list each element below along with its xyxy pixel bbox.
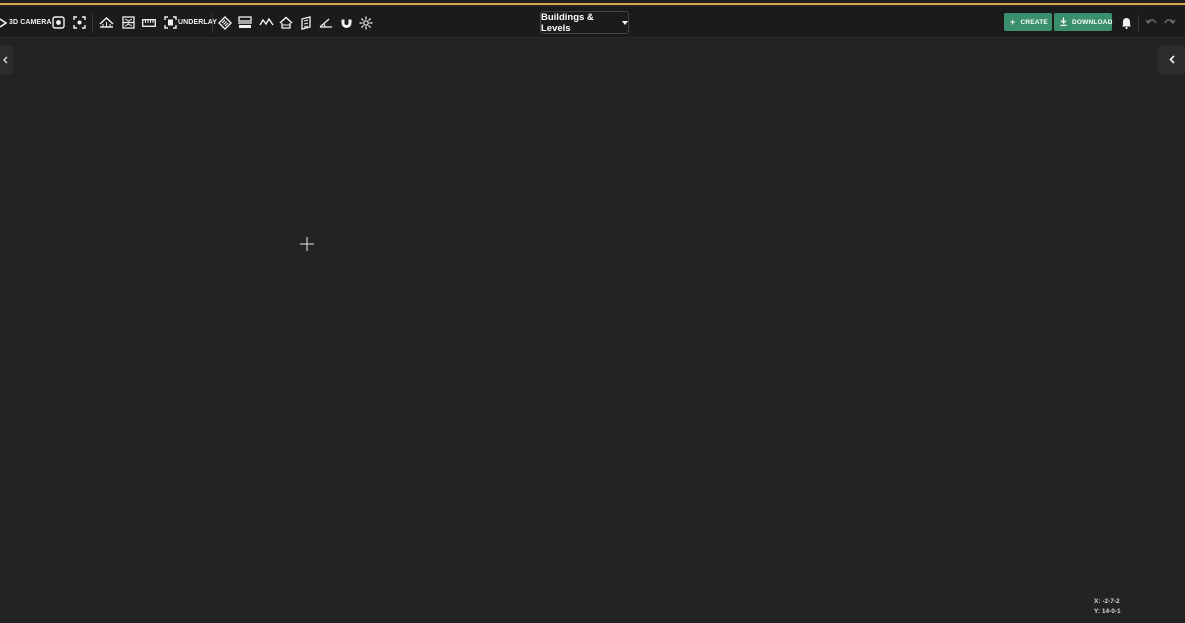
cursor-coordinates: X: -2-7-2 Y: 14-0-1 [1094, 597, 1121, 617]
stairs-button[interactable] [237, 12, 253, 34]
coordinate-y: Y: 14-0-1 [1094, 608, 1121, 615]
right-panel-toggle[interactable] [1158, 46, 1185, 74]
section-icon [121, 16, 135, 29]
camera-3d-icon [0, 17, 8, 29]
magnet-button[interactable] [338, 12, 354, 34]
tool-group-right [1118, 7, 1178, 38]
mode-dropdown[interactable]: Buildings & Levels [540, 11, 629, 34]
sun-icon [359, 16, 373, 30]
undo-button[interactable] [1143, 12, 1159, 34]
fit-view-button[interactable] [71, 12, 87, 34]
house-icon [279, 16, 293, 29]
focus-icon [51, 16, 65, 29]
ruler-button[interactable] [141, 12, 157, 34]
layers-button[interactable] [217, 12, 233, 34]
fit-view-icon [72, 16, 86, 29]
bell-icon [1121, 17, 1132, 29]
download-icon [1060, 17, 1067, 28]
facade-icon [300, 15, 312, 30]
tool-group-left: 3D CAMERA UNDERLAY [0, 7, 374, 38]
roof-button[interactable] [98, 12, 114, 34]
create-button[interactable]: + CREATE [1004, 13, 1052, 31]
plus-icon: + [1010, 16, 1016, 27]
caret-down-icon [622, 20, 628, 25]
ruler-icon [142, 18, 156, 27]
toolbar-divider [212, 12, 213, 33]
sun-button[interactable] [358, 12, 374, 34]
underlay-button[interactable]: UNDERLAY [164, 12, 217, 34]
mode-dropdown-value: Buildings & Levels [541, 11, 594, 34]
coordinate-x: X: -2-7-2 [1094, 598, 1120, 605]
chevron-left-icon [1168, 51, 1175, 69]
undo-icon [1145, 18, 1157, 27]
angle-icon [319, 17, 333, 28]
top-accent-bar [0, 0, 1185, 5]
house-button[interactable] [278, 12, 294, 34]
facade-button[interactable] [298, 12, 314, 34]
top-toolbar: 3D CAMERA UNDERLAY Buildings & Levels + … [0, 7, 1185, 38]
camera-3d-button[interactable]: 3D CAMERA [0, 12, 51, 34]
chevron-left-icon [3, 51, 8, 69]
stairs-icon [238, 16, 252, 29]
toolbar-divider [1138, 14, 1139, 31]
magnet-icon [340, 16, 353, 30]
layers-icon [218, 15, 232, 30]
underlay-icon [164, 16, 177, 29]
roof-icon [99, 16, 114, 29]
terrain-button[interactable] [258, 12, 274, 34]
focus-button[interactable] [50, 12, 66, 34]
redo-button[interactable] [1162, 12, 1178, 34]
angle-button[interactable] [318, 12, 334, 34]
camera-3d-label: 3D CAMERA [9, 19, 52, 26]
notifications-button[interactable] [1118, 12, 1134, 34]
section-button[interactable] [120, 12, 136, 34]
download-button[interactable]: DOWNLOAD [1054, 13, 1112, 31]
toolbar-divider [92, 12, 93, 33]
create-label: CREATE [1020, 18, 1048, 26]
left-panel-toggle[interactable] [0, 46, 13, 74]
redo-icon [1164, 18, 1176, 27]
drawing-canvas[interactable] [0, 38, 1185, 623]
download-label: DOWNLOAD [1072, 18, 1113, 26]
crosshair-cursor-icon [300, 237, 314, 251]
terrain-icon [258, 17, 274, 28]
